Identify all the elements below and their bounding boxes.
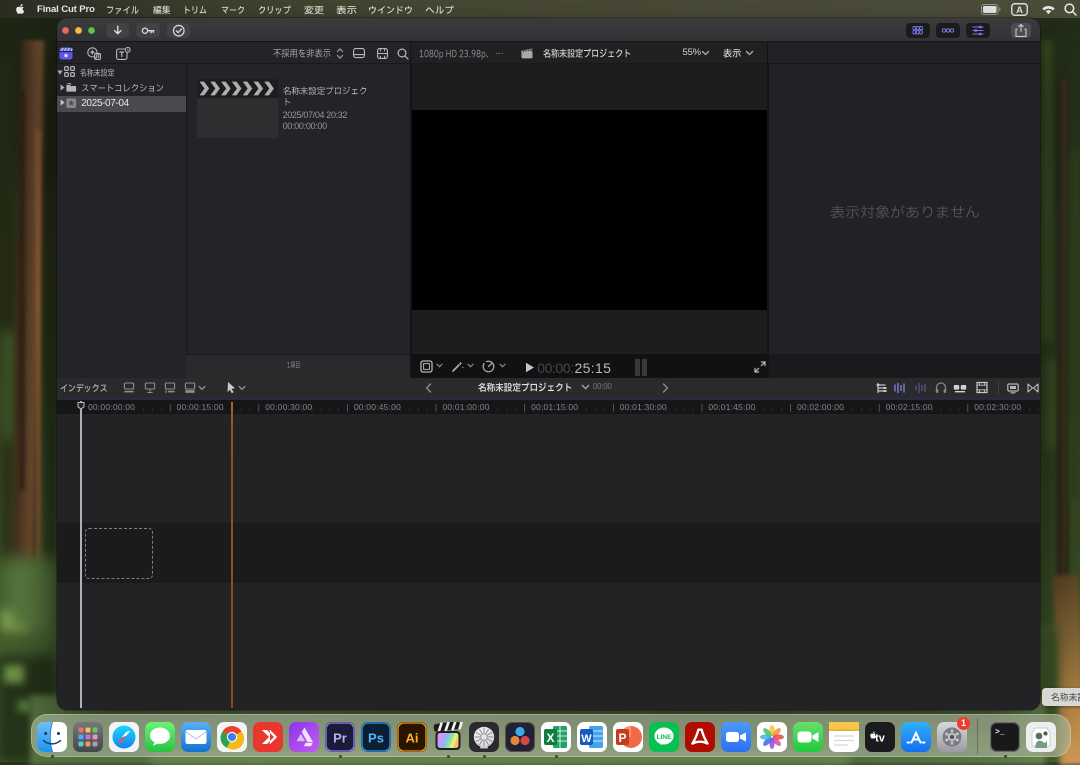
- svg-text:A: A: [1016, 5, 1023, 16]
- svg-text:Pr: Pr: [333, 731, 347, 746]
- svg-text:tv: tv: [875, 733, 886, 745]
- svg-text:Ps: Ps: [368, 731, 384, 746]
- svg-text:Ai: Ai: [406, 731, 419, 746]
- svg-text:P: P: [618, 731, 626, 745]
- svg-text:LINE: LINE: [657, 734, 672, 741]
- svg-text:X: X: [546, 731, 554, 745]
- svg-text:>_: >_: [995, 728, 1005, 737]
- svg-text:W: W: [581, 733, 592, 745]
